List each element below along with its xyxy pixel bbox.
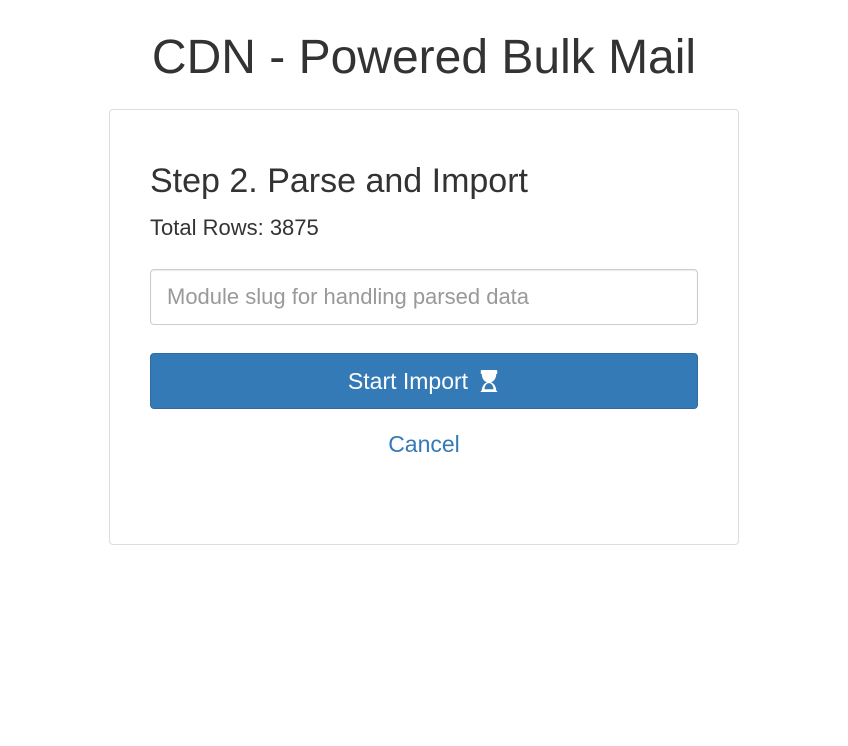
module-slug-input[interactable] (150, 269, 698, 325)
total-rows-label: Total Rows: 3875 (150, 215, 698, 241)
start-import-button[interactable]: Start Import (150, 353, 698, 409)
import-panel: Step 2. Parse and Import Total Rows: 387… (109, 109, 739, 545)
cancel-button[interactable]: Cancel (150, 425, 698, 464)
step-heading: Step 2. Parse and Import (150, 162, 698, 201)
page-title: CDN - Powered Bulk Mail (0, 30, 848, 85)
start-import-label: Start Import (348, 368, 468, 395)
hourglass-start-icon (478, 370, 500, 392)
